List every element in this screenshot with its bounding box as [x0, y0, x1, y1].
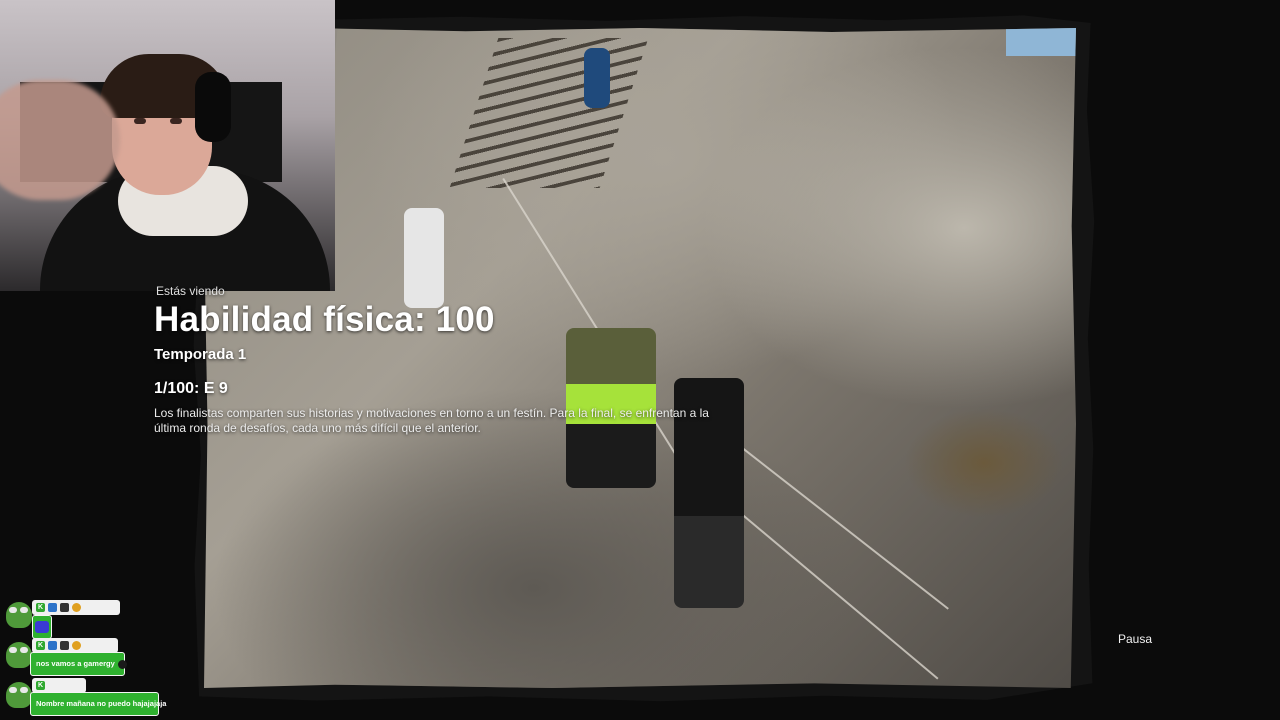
- chat-message-body: [32, 615, 52, 639]
- dark-emote-icon: [117, 659, 127, 669]
- rope-rail: [722, 498, 939, 680]
- season-label: Temporada 1: [154, 346, 247, 363]
- chat-message-body: Nombre mañana no puedo hajajajaja: [30, 692, 166, 716]
- show-title: Habilidad física: 100: [154, 300, 495, 339]
- webcam-feed: [0, 0, 335, 291]
- chat-username-bar: K: [32, 678, 86, 693]
- badge-a-icon: [48, 603, 57, 612]
- badge-cat-icon: [60, 603, 69, 612]
- webcam-eye: [170, 118, 182, 124]
- webcam-hand: [0, 80, 120, 200]
- badge-gold-icon: [72, 603, 81, 612]
- chat-message-text: nos vamos a gamergy: [36, 659, 115, 668]
- headset-icon: [195, 72, 231, 142]
- chat-username-bar: K: [32, 600, 120, 615]
- dry-shrubs: [904, 408, 1064, 518]
- blue-emote-icon: [35, 621, 49, 634]
- pause-status-label: Pausa: [1118, 632, 1153, 646]
- watching-label: Estás viendo: [156, 284, 225, 298]
- episode-description: Los finalistas comparten sus historias y…: [154, 406, 709, 435]
- episode-label: 1/100: E 9: [154, 380, 228, 397]
- webcam-eye: [134, 118, 146, 124]
- badge-cat-icon: [60, 641, 69, 650]
- wooden-stairs: [449, 38, 649, 188]
- hiker-white-jacket: [404, 208, 444, 308]
- chat-message-text: Nombre mañana no puedo hajajajaja: [36, 699, 167, 708]
- badge-gold-icon: [72, 641, 81, 650]
- pepe-avatar-icon: [6, 642, 32, 668]
- badge-k-icon: K: [36, 681, 45, 690]
- badge-a-icon: [48, 641, 57, 650]
- chat-message-body: nos vamos a gamergy: [30, 652, 127, 676]
- hiker-top: [584, 48, 610, 108]
- badge-k-icon: K: [36, 641, 45, 650]
- sky-patch: [1006, 28, 1076, 56]
- badge-k-icon: K: [36, 603, 45, 612]
- chat-username-bar: K: [32, 638, 118, 653]
- pepe-avatar-icon: [6, 682, 32, 708]
- pepe-avatar-icon: [6, 602, 32, 628]
